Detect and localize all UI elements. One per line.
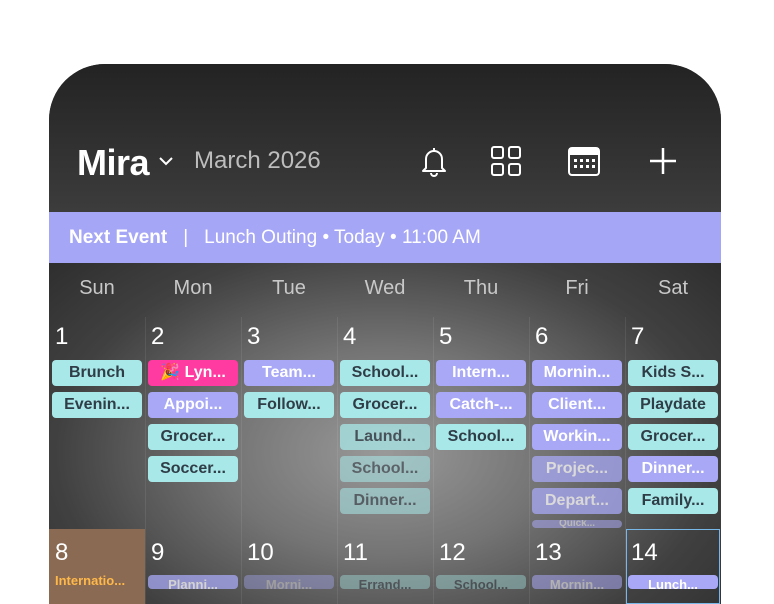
- event-chip[interactable]: Catch-...: [436, 392, 526, 418]
- day-number[interactable]: 5: [439, 323, 452, 351]
- top-bar: Mira March 2026: [49, 64, 721, 212]
- grid-icon[interactable]: [489, 144, 523, 178]
- column-divider: [529, 317, 530, 604]
- event-chip[interactable]: 🎉 Lyn...: [148, 360, 238, 386]
- column-divider: [433, 317, 434, 604]
- event-chip[interactable]: Appoi...: [148, 392, 238, 418]
- day-number[interactable]: 2: [151, 323, 164, 351]
- event-chip[interactable]: Errand...: [340, 575, 430, 589]
- weekday-sun: Sun: [79, 277, 115, 299]
- event-chip[interactable]: Grocer...: [148, 424, 238, 450]
- day-number[interactable]: 4: [343, 323, 356, 351]
- event-chip[interactable]: School...: [436, 424, 526, 450]
- day-number[interactable]: 8: [55, 539, 68, 567]
- day-number[interactable]: 12: [439, 539, 466, 567]
- calendar-title[interactable]: Mira: [77, 142, 150, 184]
- event-chip[interactable]: Brunch: [52, 360, 142, 386]
- event-chip[interactable]: Morni...: [244, 575, 334, 589]
- weekday-fri: Fri: [565, 277, 589, 299]
- column-divider: [145, 317, 146, 604]
- month-label[interactable]: March 2026: [194, 147, 321, 175]
- bell-icon[interactable]: [417, 144, 451, 178]
- event-chip[interactable]: Team...: [244, 360, 334, 386]
- next-event-label: Next Event: [69, 226, 168, 248]
- day-number[interactable]: 13: [535, 539, 562, 567]
- day-number[interactable]: 14: [631, 539, 658, 567]
- weekday-sat: Sat: [657, 277, 689, 299]
- app-screen: Mira March 2026 Next Event | Lunch Outin…: [49, 64, 721, 604]
- event-chip[interactable]: Kids S...: [628, 360, 718, 386]
- event-chip[interactable]: Soccer...: [148, 456, 238, 482]
- event-chip[interactable]: Mornin...: [532, 360, 622, 386]
- day-number[interactable]: 7: [631, 323, 644, 351]
- event-chip[interactable]: Dinner...: [340, 488, 430, 514]
- weekday-wed: Wed: [364, 277, 406, 299]
- day-number[interactable]: 10: [247, 539, 274, 567]
- event-chip[interactable]: Grocer...: [340, 392, 430, 418]
- event-chip[interactable]: Planni...: [148, 575, 238, 589]
- plus-icon[interactable]: [646, 144, 680, 178]
- event-chip[interactable]: Evenin...: [52, 392, 142, 418]
- event-chip[interactable]: Quick...: [532, 520, 622, 528]
- event-chip[interactable]: Dinner...: [628, 456, 718, 482]
- event-chip[interactable]: Lunch...: [628, 575, 718, 589]
- weekday-thu: Thu: [463, 277, 499, 299]
- event-chip[interactable]: School...: [340, 360, 430, 386]
- event-chip[interactable]: Projec...: [532, 456, 622, 482]
- event-chip[interactable]: Family...: [628, 488, 718, 514]
- holiday-label: Internatio...: [55, 573, 126, 588]
- event-chip[interactable]: School...: [340, 456, 430, 482]
- weekday-tue: Tue: [272, 277, 306, 299]
- event-chip[interactable]: Workin...: [532, 424, 622, 450]
- event-chip[interactable]: Intern...: [436, 360, 526, 386]
- day-number[interactable]: 6: [535, 323, 548, 351]
- next-event-banner[interactable]: Next Event | Lunch Outing • Today • 11:0…: [49, 212, 721, 263]
- event-chip[interactable]: Playdate: [628, 392, 718, 418]
- event-chip[interactable]: Laund...: [340, 424, 430, 450]
- day-number[interactable]: 1: [55, 323, 68, 351]
- column-divider: [337, 317, 338, 604]
- day-number[interactable]: 9: [151, 539, 164, 567]
- event-chip[interactable]: Grocer...: [628, 424, 718, 450]
- calendar-icon[interactable]: [567, 144, 601, 178]
- chevron-down-icon[interactable]: [159, 156, 173, 166]
- next-event-separator: |: [183, 226, 189, 248]
- event-chip[interactable]: Mornin...: [532, 575, 622, 589]
- weekday-mon: Mon: [173, 277, 213, 299]
- day-number[interactable]: 3: [247, 323, 260, 351]
- month-grid: Sun Mon Tue Wed Thu Fri Sat 1 2 3 4 5 6 …: [49, 263, 721, 604]
- day-number[interactable]: 11: [343, 539, 368, 567]
- event-chip[interactable]: Depart...: [532, 488, 622, 514]
- next-event-value: Lunch Outing • Today • 11:00 AM: [204, 226, 481, 248]
- event-chip[interactable]: Follow...: [244, 392, 334, 418]
- column-divider: [241, 317, 242, 604]
- event-chip[interactable]: School...: [436, 575, 526, 589]
- event-chip[interactable]: Client...: [532, 392, 622, 418]
